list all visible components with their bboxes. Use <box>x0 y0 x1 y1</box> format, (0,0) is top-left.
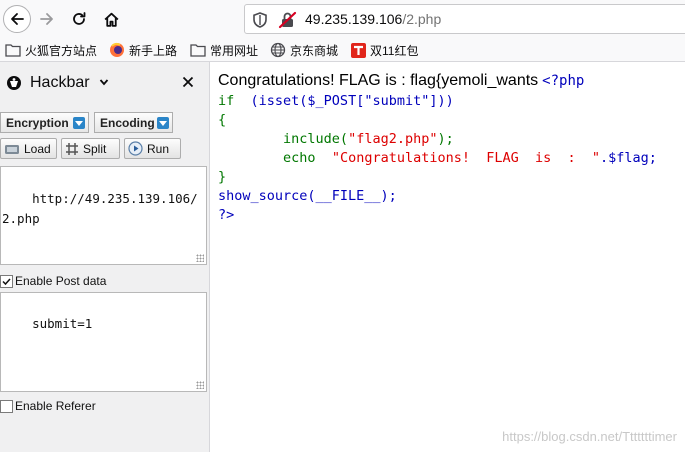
globe-icon <box>270 42 286 58</box>
firefox-icon <box>110 42 124 57</box>
load-button[interactable]: Load <box>0 138 57 159</box>
reload-icon <box>73 12 86 25</box>
bookmark-item[interactable]: 火狐官方站点 <box>5 41 97 59</box>
url-textarea[interactable]: http://49.235.139.106/2.php <box>0 166 207 265</box>
chevron-down-icon[interactable] <box>99 77 109 87</box>
bookmark-label: 京东商城 <box>290 43 339 58</box>
enable-post-row[interactable]: Enable Post data <box>0 273 106 289</box>
navigation-toolbar: 49.235.139.106/2.php <box>0 0 685 38</box>
bookmark-label: 双11红包 <box>370 43 419 58</box>
bookmark-label: 常用网址 <box>210 43 259 58</box>
source-line-include: include("flag2.php"); <box>218 131 454 147</box>
enable-post-checkbox[interactable] <box>0 274 13 288</box>
bookmarks-toolbar: 火狐官方站点 新手上路 常用网址 京东商城 双11红包 <box>0 38 685 62</box>
arrow-left-icon <box>11 13 24 25</box>
play-icon <box>128 141 143 156</box>
resize-grip-icon[interactable] <box>196 381 204 389</box>
open-brace: { <box>218 112 227 128</box>
folder-icon <box>5 44 21 57</box>
encoding-label: Encoding <box>100 115 155 130</box>
bookmark-item[interactable]: 新手上路 <box>109 41 177 59</box>
flag-output: Congratulations! FLAG is : flag{yemoli_w… <box>218 72 584 90</box>
enable-referer-row[interactable]: Enable Referer <box>0 398 96 414</box>
split-label: Split <box>83 141 107 156</box>
source-line-if: if (isset($_POST["submit"])) <box>218 93 454 109</box>
flag-output-text: Congratulations! FLAG is : flag{yemoli_w… <box>218 72 539 89</box>
resize-grip-icon[interactable] <box>196 254 204 262</box>
arrow-right-icon <box>40 13 53 25</box>
forward-button[interactable] <box>33 5 61 33</box>
post-data-value: submit=1 <box>32 316 93 331</box>
if-condition: (isset($_POST["submit"])) <box>250 93 454 109</box>
source-line-open-brace: { <box>218 112 226 128</box>
load-label: Load <box>24 141 51 156</box>
include-string: "flag2.php" <box>348 131 438 147</box>
bookmark-label: 火狐官方站点 <box>25 43 98 58</box>
bookmark-label: 新手上路 <box>129 43 178 58</box>
enable-referer-checkbox[interactable] <box>0 399 13 413</box>
source-line-close-tag: ?> <box>218 207 234 223</box>
php-open-tag: <?php <box>542 73 585 89</box>
insecure-lock-icon[interactable] <box>278 11 298 29</box>
dropdown-arrow-icon <box>157 117 169 129</box>
split-button[interactable]: Split <box>61 138 120 159</box>
url-text[interactable]: 49.235.139.106/2.php <box>305 11 441 27</box>
echo-keyword: echo <box>283 150 316 166</box>
close-brace: } <box>218 169 227 185</box>
load-icon <box>5 144 19 154</box>
bookmark-item[interactable]: 双11红包 <box>351 41 418 59</box>
back-button[interactable] <box>3 5 31 33</box>
dropdown-arrow-icon <box>73 117 85 129</box>
source-line-close-brace: } <box>218 169 226 185</box>
php-close-tag: ?> <box>218 207 235 223</box>
url-host: 49.235.139.106 <box>305 11 403 27</box>
close-icon[interactable] <box>180 74 196 90</box>
include-end: ); <box>437 131 454 147</box>
post-data-textarea[interactable]: submit=1 <box>0 292 207 392</box>
home-button[interactable] <box>97 5 125 33</box>
url-textarea-value: http://49.235.139.106/2.php <box>2 191 198 226</box>
bookmark-item[interactable]: 京东商城 <box>270 41 338 59</box>
encryption-dropdown[interactable]: Encryption <box>0 112 89 133</box>
echo-end: .$flag; <box>600 150 657 166</box>
reload-button[interactable] <box>65 5 93 33</box>
tmall-icon <box>351 42 366 58</box>
encryption-label: Encryption <box>6 115 69 130</box>
if-keyword: if <box>218 93 235 109</box>
bookmark-item[interactable]: 常用网址 <box>190 41 258 59</box>
show-source-call: show_source(__FILE__); <box>218 188 397 204</box>
echo-string: "Congratulations! FLAG is : " <box>331 150 601 166</box>
source-line-echo: echo "Congratulations! FLAG is : ".$flag… <box>218 150 657 166</box>
home-icon <box>104 12 118 27</box>
encoding-dropdown[interactable]: Encoding <box>94 112 173 133</box>
split-icon <box>66 142 78 155</box>
folder-icon <box>190 44 206 57</box>
enable-post-label: Enable Post data <box>15 274 107 288</box>
shield-icon[interactable] <box>251 11 269 29</box>
source-line-show-source: show_source(__FILE__); <box>218 188 397 204</box>
page-content: Congratulations! FLAG is : flag{yemoli_w… <box>211 62 685 452</box>
include-call: include( <box>283 131 349 147</box>
run-button[interactable]: Run <box>124 138 181 159</box>
hackbar-title[interactable]: Hackbar <box>30 74 90 92</box>
hackbar-sidebar: Hackbar Encryption Encoding Load Split R… <box>0 62 210 452</box>
hackbar-icon <box>7 76 21 90</box>
url-bar[interactable]: 49.235.139.106/2.php <box>244 4 685 34</box>
run-label: Run <box>147 141 170 156</box>
checkmark-icon <box>2 277 11 285</box>
enable-referer-label: Enable Referer <box>15 399 96 413</box>
watermark: https://blog.csdn.net/Tttttttimer <box>502 429 677 444</box>
url-path: /2.php <box>402 11 442 27</box>
